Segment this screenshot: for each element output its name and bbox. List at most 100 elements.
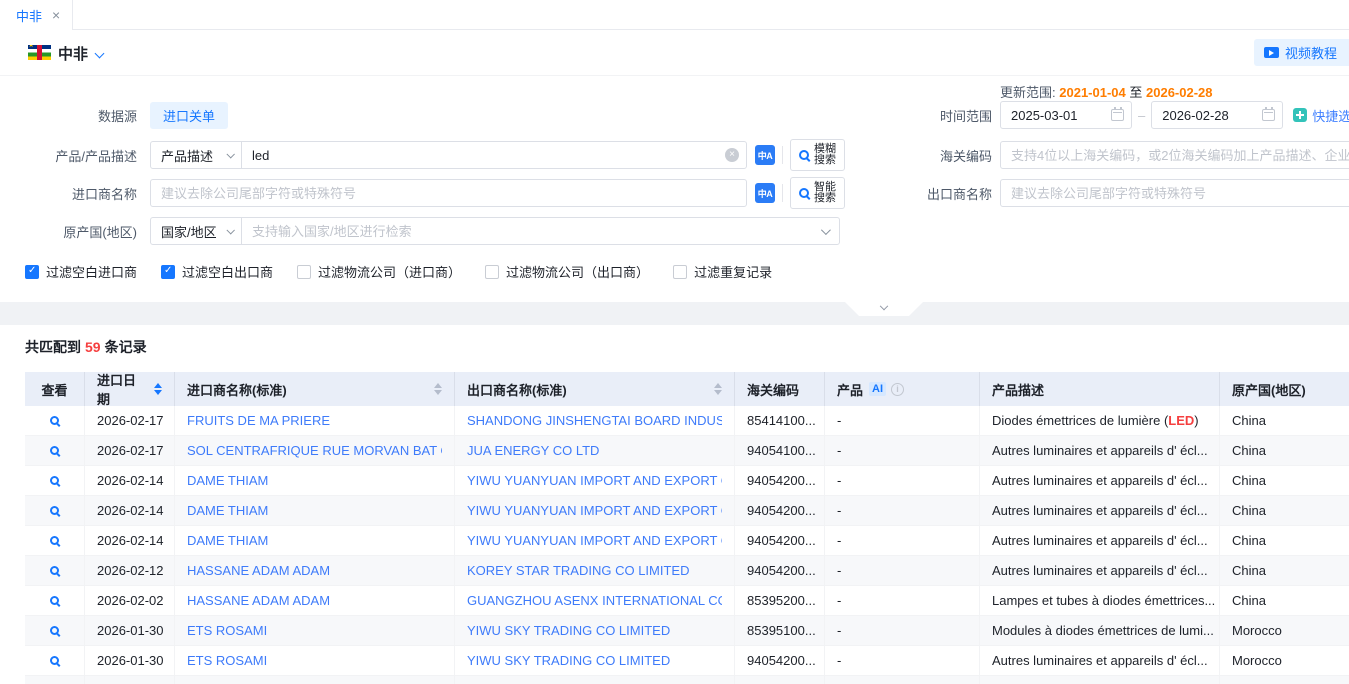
importer-link[interactable]: DAME THIAM	[187, 473, 268, 488]
calendar-icon[interactable]	[1262, 109, 1275, 121]
origin-input[interactable]	[241, 217, 840, 245]
view-detail-icon[interactable]	[50, 656, 59, 665]
translate-icon[interactable]: 中A	[755, 145, 775, 165]
quick-select-link[interactable]: 快捷选	[1293, 106, 1349, 125]
sort-icon[interactable]	[434, 383, 442, 395]
fuzzy-search-button[interactable]: 模糊搜索	[790, 139, 845, 171]
sort-icon[interactable]	[154, 383, 162, 395]
exporter-link[interactable]: YIWU SKY TRADING CO LIMITED	[467, 653, 670, 668]
filter-checkbox-item[interactable]: 过滤重复记录	[673, 262, 772, 281]
checkbox-unchecked-icon[interactable]	[485, 265, 499, 279]
filter-checkbox-item[interactable]: 过滤空白出口商	[161, 262, 273, 281]
importer-label: 进口商名称	[0, 184, 137, 203]
importer-link[interactable]: ETS ROSAMI	[187, 623, 267, 638]
import-declaration-button[interactable]: 进口关单	[150, 102, 228, 129]
exporter-link[interactable]: YIWU YUANYUAN IMPORT AND EXPORT C...	[467, 533, 722, 548]
collapse-form-handle[interactable]	[845, 302, 923, 316]
results-summary: 共匹配到59条记录	[25, 337, 147, 357]
search-form: 更新范围: 2021-01-04 至 2026-02-28 数据源 进口关单 时…	[0, 75, 1349, 302]
view-detail-icon[interactable]	[50, 536, 59, 545]
cell-description: Autres luminaires et appareils d' écl...	[980, 646, 1220, 675]
product-label: 产品/产品描述	[0, 146, 137, 165]
exporter-link[interactable]: YIWU YUANYUAN IMPORT AND EXPORT C...	[467, 503, 722, 518]
importer-link[interactable]: DAME THIAM	[187, 533, 268, 548]
importer-link[interactable]: HASSANE ADAM ADAM	[187, 563, 330, 578]
cell-description: Autres luminaires et appareils d' écl...	[980, 436, 1220, 465]
importer-link[interactable]: HASSANE ADAM ADAM	[187, 593, 330, 608]
product-search-input[interactable]	[241, 141, 747, 169]
cell-importer: ETS ROSAMI	[175, 646, 455, 675]
cell-empty	[85, 676, 175, 684]
smart-search-label-2: 搜索	[814, 193, 836, 204]
cell-description: Autres luminaires et appareils d' écl...	[980, 496, 1220, 525]
cell-hs-code: 94054100...	[735, 436, 825, 465]
cell-origin: Morocco	[1220, 646, 1349, 675]
cell-product: -	[825, 496, 980, 525]
cell-product: -	[825, 406, 980, 435]
tab-title: 中非	[16, 6, 42, 25]
view-detail-icon[interactable]	[50, 626, 59, 635]
col-hs-code: 海关编码	[735, 372, 825, 406]
exporter-link[interactable]: GUANGZHOU ASENX INTERNATIONAL CO ...	[467, 593, 722, 608]
cell-hs-code: 85414100...	[735, 406, 825, 435]
importer-link[interactable]: FRUITS DE MA PRIERE	[187, 413, 330, 428]
update-range-label: 更新范围:	[1000, 85, 1056, 100]
page-header: ★ 中非 视频教程	[0, 30, 1349, 75]
importer-link[interactable]: DAME THIAM	[187, 503, 268, 518]
info-icon[interactable]: i	[891, 383, 904, 396]
cell-origin: China	[1220, 466, 1349, 495]
cell-exporter: YIWU SKY TRADING CO LIMITED	[455, 646, 735, 675]
update-range-end: 2026-02-28	[1146, 85, 1213, 100]
smart-search-button[interactable]: 智能搜索	[790, 177, 845, 209]
cell-view	[25, 436, 85, 465]
cell-import-date: 2026-02-17	[85, 436, 175, 465]
chevron-down-icon[interactable]	[95, 49, 105, 59]
exporter-link[interactable]: SHANDONG JINSHENGTAI BOARD INDUST...	[467, 413, 722, 428]
cell-import-date: 2026-02-14	[85, 466, 175, 495]
filter-checkbox-item[interactable]: 过滤物流公司（进口商）	[297, 262, 461, 281]
country-selector[interactable]: 中非	[58, 43, 88, 64]
sort-icon[interactable]	[714, 383, 722, 395]
quick-select-icon	[1293, 108, 1307, 122]
tab-zhongfei[interactable]: 中非 ×	[0, 0, 73, 30]
col-importer: 进口商名称(标准)	[175, 372, 455, 406]
translate-icon[interactable]: 中A	[755, 183, 775, 203]
importer-link[interactable]: ETS ROSAMI	[187, 653, 267, 668]
origin-type-select[interactable]: 国家/地区	[150, 217, 242, 245]
exporter-link[interactable]: KOREY STAR TRADING CO LIMITED	[467, 563, 689, 578]
checkbox-unchecked-icon[interactable]	[673, 265, 687, 279]
cell-hs-code: 94054200...	[735, 466, 825, 495]
calendar-icon[interactable]	[1111, 109, 1124, 121]
importer-input[interactable]	[150, 179, 747, 207]
cell-empty	[735, 676, 825, 684]
filter-checkbox-item[interactable]: 过滤空白进口商	[25, 262, 137, 281]
video-tutorial-button[interactable]: 视频教程	[1254, 39, 1349, 66]
product-type-select[interactable]: 产品描述	[150, 141, 242, 169]
view-detail-icon[interactable]	[50, 566, 59, 575]
checkbox-checked-icon[interactable]	[161, 265, 175, 279]
view-detail-icon[interactable]	[50, 596, 59, 605]
cell-view	[25, 526, 85, 555]
checkbox-checked-icon[interactable]	[25, 265, 39, 279]
exporter-link[interactable]: YIWU SKY TRADING CO LIMITED	[467, 623, 670, 638]
cell-hs-code: 94054200...	[735, 646, 825, 675]
importer-link[interactable]: SOL CENTRAFRIQUE RUE MORVAN BAT OF...	[187, 443, 442, 458]
view-detail-icon[interactable]	[50, 446, 59, 455]
view-detail-icon[interactable]	[50, 416, 59, 425]
filter-label: 过滤物流公司（出口商）	[506, 262, 649, 281]
search-icon	[799, 188, 809, 198]
checkbox-unchecked-icon[interactable]	[297, 265, 311, 279]
exporter-input[interactable]	[1000, 179, 1349, 207]
col-description: 产品描述	[980, 372, 1220, 406]
hs-code-input[interactable]	[1000, 141, 1349, 169]
exporter-link[interactable]: YIWU YUANYUAN IMPORT AND EXPORT C...	[467, 473, 722, 488]
cell-view	[25, 556, 85, 585]
exporter-link[interactable]: JUA ENERGY CO LTD	[467, 443, 599, 458]
tab-close-icon[interactable]: ×	[52, 7, 60, 23]
clear-icon[interactable]: ×	[725, 148, 739, 162]
cell-view	[25, 616, 85, 645]
filter-checkbox-item[interactable]: 过滤物流公司（出口商）	[485, 262, 649, 281]
view-detail-icon[interactable]	[50, 506, 59, 515]
cell-origin: China	[1220, 526, 1349, 555]
view-detail-icon[interactable]	[50, 476, 59, 485]
